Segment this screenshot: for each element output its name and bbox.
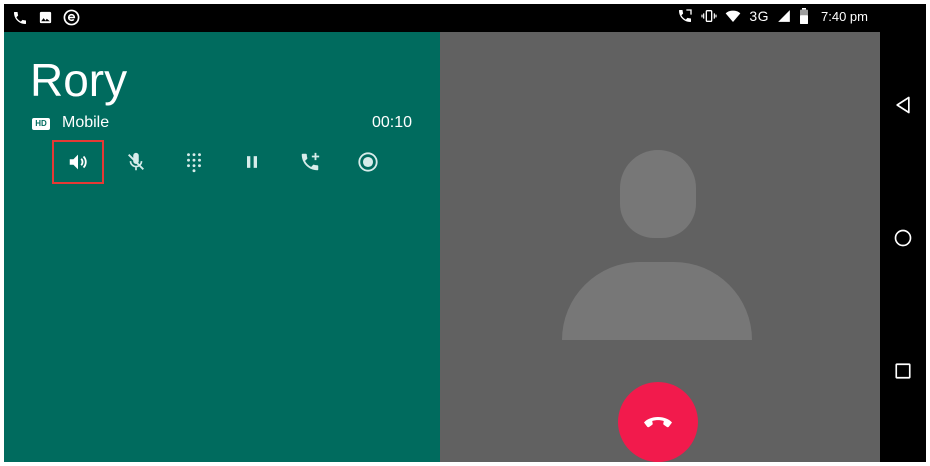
mute-button[interactable] bbox=[110, 140, 162, 184]
speaker-icon bbox=[67, 151, 89, 173]
recents-button[interactable] bbox=[890, 358, 916, 384]
signal-icon bbox=[777, 9, 791, 23]
navigation-bar bbox=[880, 4, 926, 462]
wifi-icon bbox=[725, 8, 741, 24]
end-call-button[interactable] bbox=[618, 382, 698, 462]
contact-name: Rory bbox=[30, 54, 128, 106]
pause-icon bbox=[242, 152, 262, 172]
image-icon bbox=[38, 10, 53, 25]
home-button[interactable] bbox=[890, 225, 916, 251]
dialpad-button[interactable] bbox=[168, 140, 220, 184]
back-button[interactable] bbox=[890, 92, 916, 118]
call-timer: 00:10 bbox=[372, 114, 413, 131]
battery-icon bbox=[799, 8, 809, 24]
avatar-placeholder-body bbox=[562, 262, 752, 340]
mic-off-icon bbox=[125, 151, 147, 173]
back-icon bbox=[893, 95, 913, 115]
call-controls bbox=[52, 140, 412, 184]
call-forward-icon bbox=[677, 8, 693, 24]
call-info-panel: Rory HD Mobile 00:10 bbox=[4, 32, 440, 462]
avatar-placeholder-icon bbox=[620, 150, 696, 238]
call-type-label: Mobile bbox=[62, 114, 110, 131]
status-time: 7:40 pm bbox=[821, 8, 868, 24]
phone-icon bbox=[12, 10, 28, 26]
end-call-icon bbox=[642, 414, 674, 430]
e-icon bbox=[63, 9, 80, 26]
phone-screen: 3G 7:40 pm Rory HD Mobile 00:10 bbox=[4, 4, 926, 462]
vibrate-icon bbox=[701, 8, 717, 24]
add-call-button[interactable] bbox=[284, 140, 336, 184]
status-bar-left bbox=[12, 9, 80, 26]
status-bar-right: 3G 7:40 pm bbox=[677, 8, 868, 24]
hold-button[interactable] bbox=[226, 140, 278, 184]
status-bar: 3G 7:40 pm bbox=[4, 4, 880, 32]
network-type: 3G bbox=[749, 8, 770, 24]
record-icon bbox=[357, 151, 379, 173]
record-button[interactable] bbox=[342, 140, 394, 184]
hd-badge: HD bbox=[32, 118, 50, 130]
speaker-button[interactable] bbox=[52, 140, 104, 184]
contact-photo-panel bbox=[440, 32, 880, 462]
recents-icon bbox=[894, 362, 912, 380]
home-icon bbox=[893, 228, 913, 248]
add-call-icon bbox=[299, 151, 321, 173]
dialpad-icon bbox=[183, 151, 205, 173]
